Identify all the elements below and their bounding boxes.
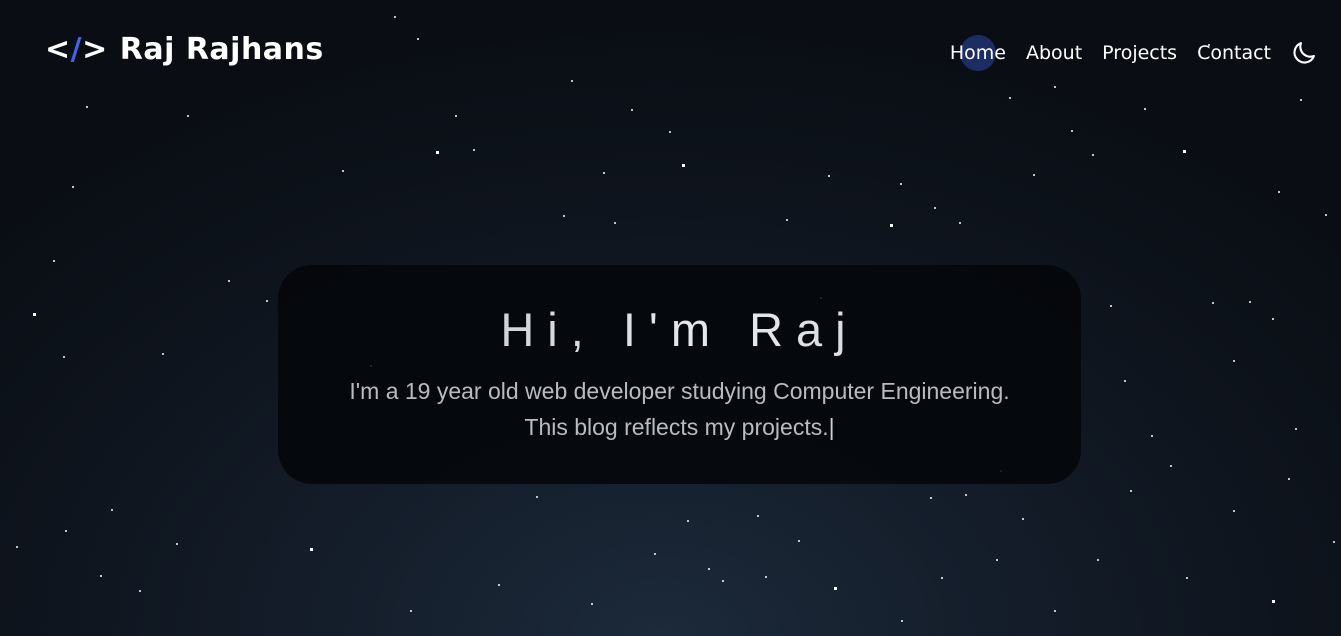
star — [614, 222, 616, 224]
nav-link-contact[interactable]: Contact — [1197, 42, 1271, 64]
star — [1272, 318, 1274, 320]
star — [100, 575, 102, 577]
star — [1325, 214, 1327, 216]
hero-title: Hi, I'm Raj — [278, 265, 1081, 359]
star — [1249, 301, 1251, 303]
star — [473, 149, 475, 151]
star — [654, 553, 656, 555]
star — [342, 170, 344, 172]
star — [16, 546, 18, 548]
star — [1144, 108, 1146, 110]
star — [603, 172, 605, 174]
star — [266, 300, 268, 302]
star — [934, 207, 936, 209]
star — [410, 610, 412, 612]
star — [591, 603, 593, 605]
star — [708, 568, 710, 570]
hero-card: Hi, I'm Raj I'm a 19 year old web develo… — [278, 265, 1081, 484]
star — [1124, 380, 1126, 382]
star — [996, 559, 998, 561]
star — [890, 224, 893, 227]
star — [765, 576, 767, 578]
star — [1278, 191, 1280, 193]
star — [1333, 541, 1335, 543]
star — [828, 175, 830, 177]
star — [1110, 305, 1112, 307]
star — [176, 543, 178, 545]
main-nav: Home About Projects Contact — [930, 35, 1319, 71]
star — [1170, 465, 1172, 467]
nav-link-projects[interactable]: Projects — [1102, 42, 1177, 64]
star — [72, 186, 74, 188]
star — [1288, 478, 1290, 480]
star — [187, 115, 189, 117]
star — [33, 313, 36, 316]
star — [1071, 130, 1073, 132]
star — [1186, 577, 1188, 579]
star — [563, 215, 565, 217]
hero-line-1: I'm a 19 year old web developer studying… — [349, 378, 1010, 404]
nav-link-about[interactable]: About — [1026, 42, 1082, 64]
code-icon: </> — [45, 32, 108, 67]
site-logo[interactable]: </> Raj Rajhans — [45, 32, 324, 67]
star — [900, 183, 902, 185]
star — [310, 548, 313, 551]
star — [65, 530, 67, 532]
typing-cursor: | — [828, 414, 835, 440]
star — [1151, 435, 1153, 437]
star — [1272, 600, 1275, 603]
star — [757, 515, 759, 517]
star — [228, 280, 230, 282]
logo-text: Raj Rajhans — [119, 32, 324, 67]
star — [455, 115, 457, 117]
star — [687, 520, 689, 522]
star — [682, 164, 685, 167]
star — [53, 260, 55, 262]
star — [1033, 174, 1035, 176]
star — [498, 584, 500, 586]
star — [111, 509, 113, 511]
star — [162, 353, 164, 355]
star — [436, 151, 439, 154]
star — [1212, 302, 1214, 304]
star — [1092, 154, 1094, 156]
star — [63, 356, 65, 358]
hero-line-2: This blog reflects my projects. — [524, 414, 829, 440]
star — [1295, 428, 1297, 430]
star — [1183, 150, 1186, 153]
star — [941, 577, 943, 579]
star — [1233, 360, 1235, 362]
star — [1130, 490, 1132, 492]
theme-toggle-button[interactable] — [1289, 38, 1319, 68]
star — [1022, 518, 1024, 520]
star — [965, 494, 967, 496]
star — [786, 219, 788, 221]
moon-icon — [1293, 42, 1315, 64]
star — [1054, 610, 1056, 612]
star — [139, 590, 141, 592]
site-header: </> Raj Rajhans Home About Projects Cont… — [0, 0, 1341, 105]
star — [834, 587, 837, 590]
star — [1233, 510, 1235, 512]
star — [722, 580, 724, 582]
star — [930, 497, 932, 499]
star — [631, 109, 633, 111]
star — [798, 540, 800, 542]
star — [901, 620, 903, 622]
star — [1097, 559, 1099, 561]
star — [669, 131, 671, 133]
star — [86, 106, 88, 108]
star — [536, 496, 538, 498]
nav-link-home[interactable]: Home — [950, 35, 1006, 71]
star — [959, 222, 961, 224]
hero-description: I'm a 19 year old web developer studying… — [310, 373, 1050, 445]
